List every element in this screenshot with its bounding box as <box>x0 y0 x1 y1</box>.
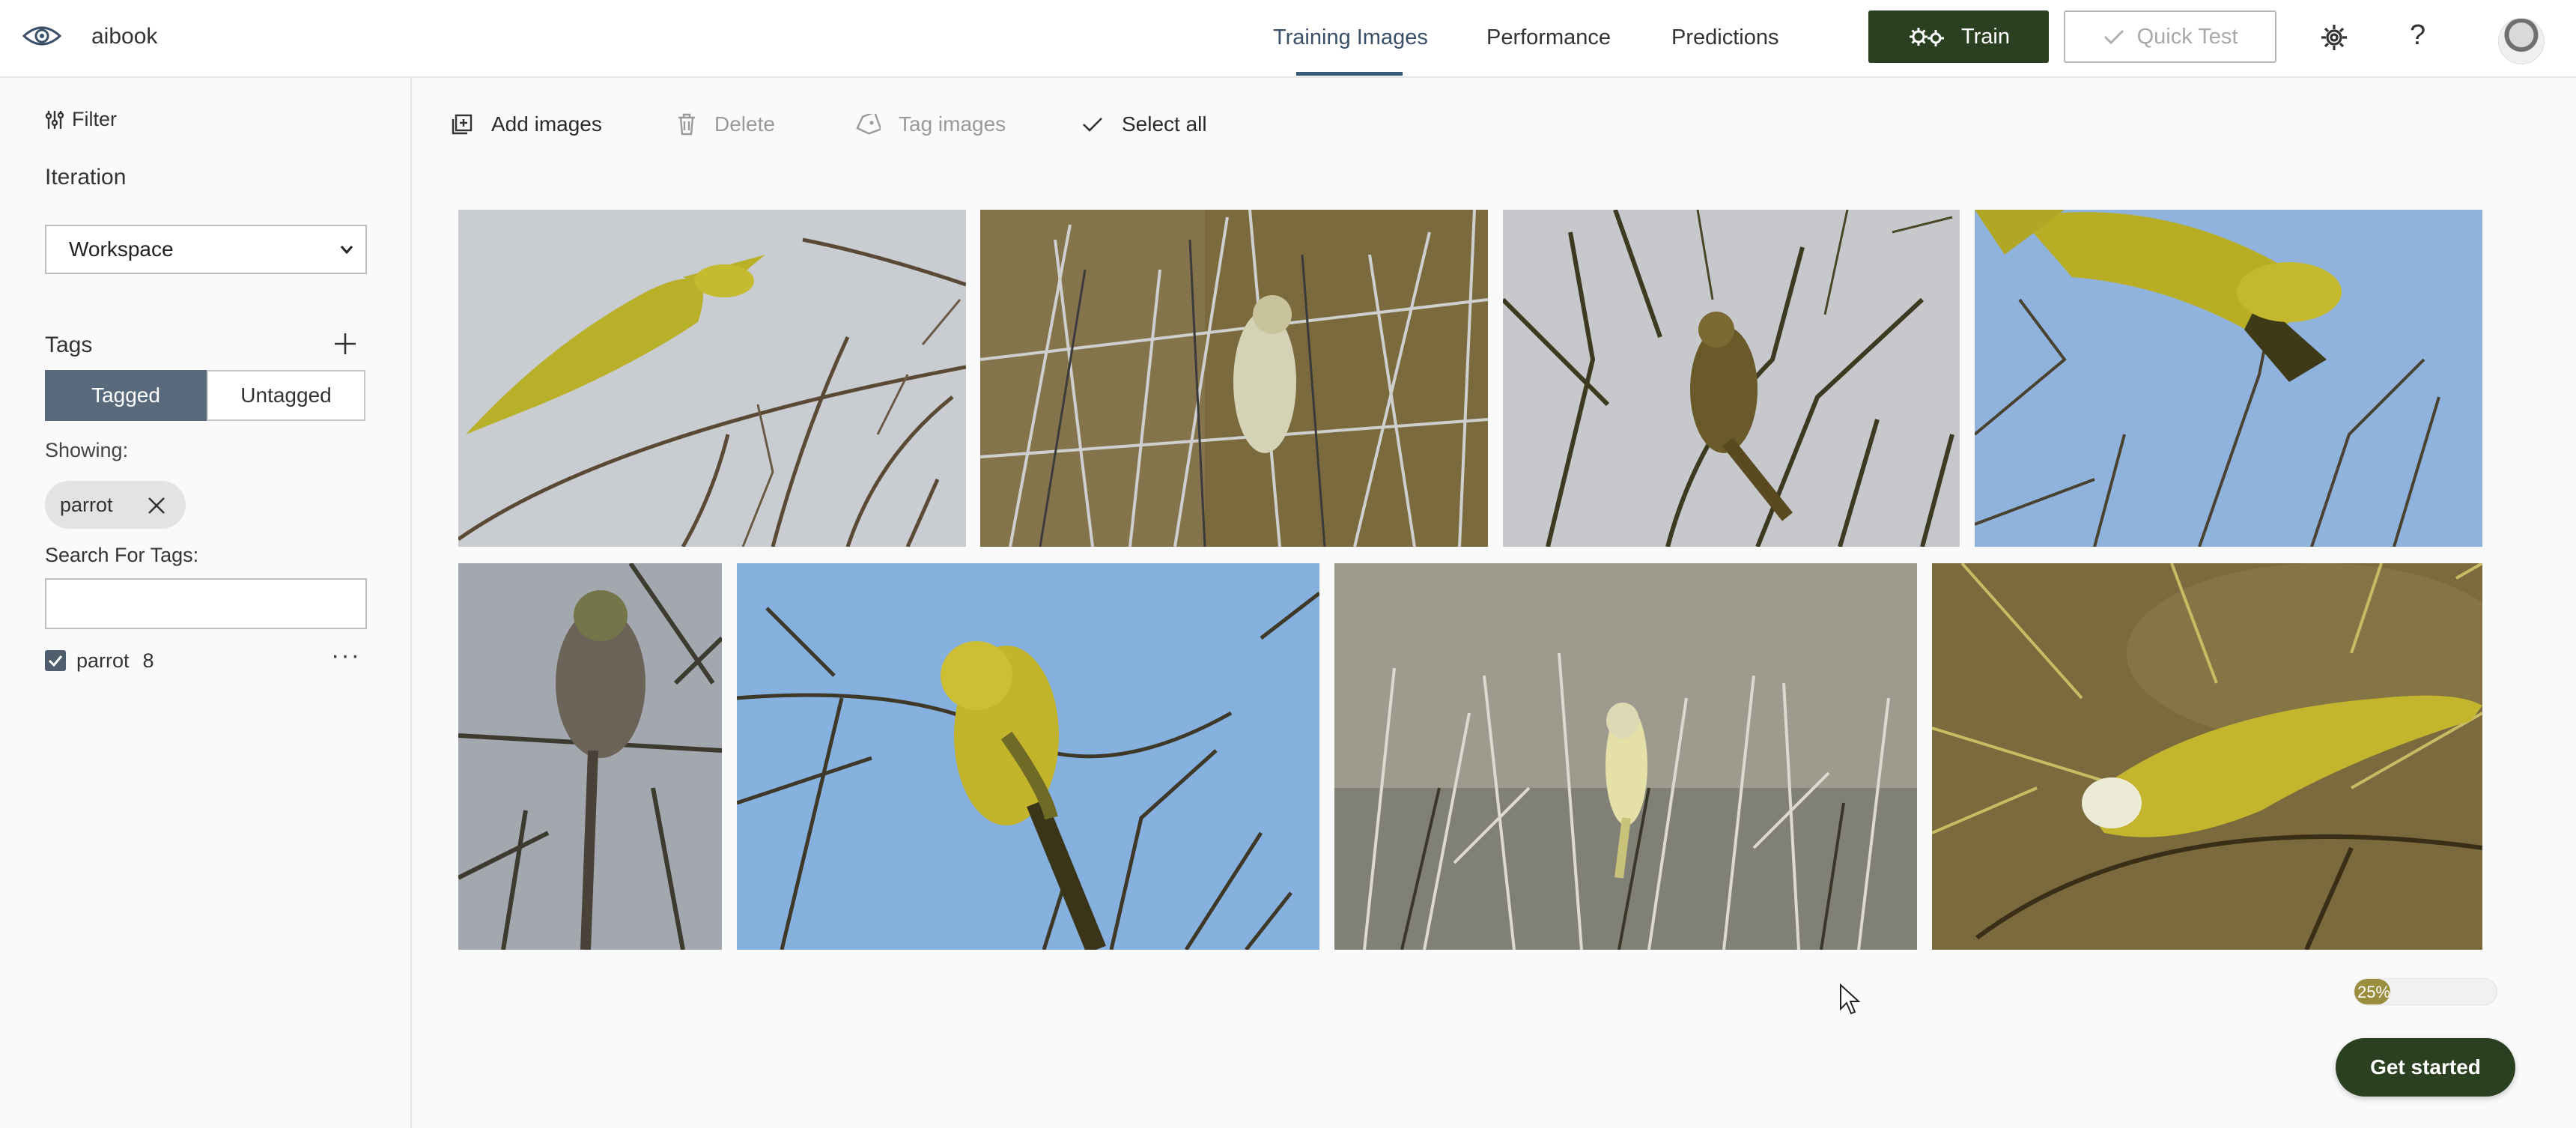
add-images-button[interactable]: Add images <box>451 112 602 136</box>
untagged-toggle[interactable]: Untagged <box>207 370 365 421</box>
top-bar: aibook Training Images Performance Predi… <box>0 0 2576 78</box>
showing-label: Showing: <box>45 439 129 461</box>
tab-predictions[interactable]: Predictions <box>1671 25 1778 50</box>
get-started-button[interactable]: Get started <box>2336 1038 2515 1097</box>
checkmark-icon <box>2103 29 2124 45</box>
quick-test-label: Quick Test <box>2136 24 2238 49</box>
select-all-label: Select all <box>1122 112 1207 136</box>
trash-icon <box>678 113 695 136</box>
quick-test-button[interactable]: Quick Test <box>2064 10 2276 63</box>
search-tags-input[interactable] <box>45 578 367 629</box>
help-icon[interactable]: ? <box>2410 19 2425 52</box>
parrot-photo-4 <box>1975 210 2482 547</box>
parrot-photo-3 <box>1503 210 1960 547</box>
image-thumbnail-7[interactable] <box>1334 563 1917 950</box>
parrot-photo-1 <box>458 210 966 547</box>
search-tags-label: Search For Tags: <box>45 544 199 566</box>
tag-images-label: Tag images <box>899 112 1006 136</box>
image-thumbnail-5[interactable] <box>458 563 722 950</box>
tag-count: 8 <box>142 649 154 672</box>
gears-icon <box>1910 28 1944 46</box>
filter-sliders-icon <box>45 110 64 129</box>
train-label: Train <box>1961 24 2010 49</box>
active-filter-chip: parrot <box>45 481 186 529</box>
filter-button[interactable]: Filter <box>45 108 117 131</box>
tagged-toggle[interactable]: Tagged <box>45 370 207 421</box>
sidebar: Filter Iteration Workspace Tags Tagged U… <box>0 78 412 1128</box>
select-all-button[interactable]: Select all <box>1081 112 1207 136</box>
progress-bar: 25% <box>2354 978 2497 1005</box>
image-thumbnail-6[interactable] <box>737 563 1319 950</box>
checkmark-icon <box>1083 118 1102 132</box>
chevron-down-icon <box>340 246 353 255</box>
delete-label: Delete <box>714 112 775 136</box>
tag-images-button[interactable]: Tag images <box>855 112 1006 136</box>
iteration-selected-value: Workspace <box>69 237 174 261</box>
tags-title: Tags <box>45 333 93 357</box>
iteration-title: Iteration <box>45 165 127 189</box>
tag-checkbox[interactable] <box>45 650 66 671</box>
tag-icon <box>856 114 881 135</box>
parrot-photo-5 <box>458 563 722 950</box>
checkmark-icon <box>48 655 63 667</box>
tag-name: parrot <box>76 649 130 672</box>
image-thumbnail-2[interactable] <box>980 210 1488 547</box>
image-thumbnail-4[interactable] <box>1975 210 2482 547</box>
iteration-select[interactable]: Workspace <box>45 225 367 274</box>
parrot-photo-2 <box>980 210 1488 547</box>
image-thumbnail-3[interactable] <box>1503 210 1960 547</box>
eye-logo-icon[interactable] <box>22 21 61 51</box>
active-tab-underline <box>1296 72 1403 76</box>
delete-button[interactable]: Delete <box>677 112 775 136</box>
tag-list-item[interactable]: parrot 8 ··· <box>45 641 367 676</box>
app-name[interactable]: aibook <box>91 24 157 49</box>
parrot-photo-8 <box>1932 563 2482 950</box>
add-tag-plus-icon[interactable] <box>332 331 358 357</box>
tab-training-images[interactable]: Training Images <box>1273 25 1428 50</box>
close-icon[interactable] <box>147 496 166 515</box>
add-image-icon <box>452 114 473 135</box>
filter-label: Filter <box>72 108 117 130</box>
settings-gear-icon[interactable] <box>2319 22 2349 52</box>
parrot-photo-7 <box>1334 563 1917 950</box>
chip-label: parrot <box>60 493 113 516</box>
add-images-label: Add images <box>491 112 602 136</box>
image-thumbnail-8[interactable] <box>1932 563 2482 950</box>
tab-performance[interactable]: Performance <box>1486 25 1611 50</box>
mouse-cursor-icon <box>1840 983 1861 1015</box>
more-options-icon[interactable]: ··· <box>331 641 361 670</box>
train-button[interactable]: Train <box>1868 10 2049 63</box>
parrot-photo-6 <box>737 563 1319 950</box>
avatar[interactable] <box>2498 18 2545 64</box>
progress-label: 25% <box>2357 983 2391 1001</box>
image-thumbnail-1[interactable] <box>458 210 966 547</box>
